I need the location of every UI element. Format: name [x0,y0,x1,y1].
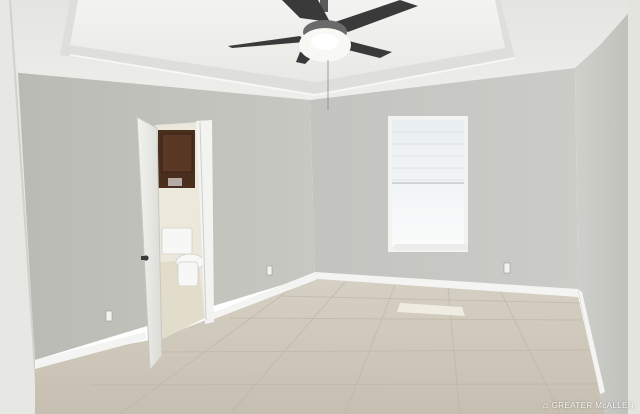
room-photo [0,0,640,414]
window [388,116,468,252]
outlet [105,310,113,322]
outlet [503,262,511,274]
outlet [266,265,273,276]
watermark-text: GREATER McALLEN [551,400,634,410]
house-icon: ⌂ [542,400,549,410]
bathroom-doorway [155,120,214,340]
watermark: ⌂ GREATER McALLEN [543,401,634,410]
right-door-frame [628,0,640,414]
window-sill [394,244,468,250]
